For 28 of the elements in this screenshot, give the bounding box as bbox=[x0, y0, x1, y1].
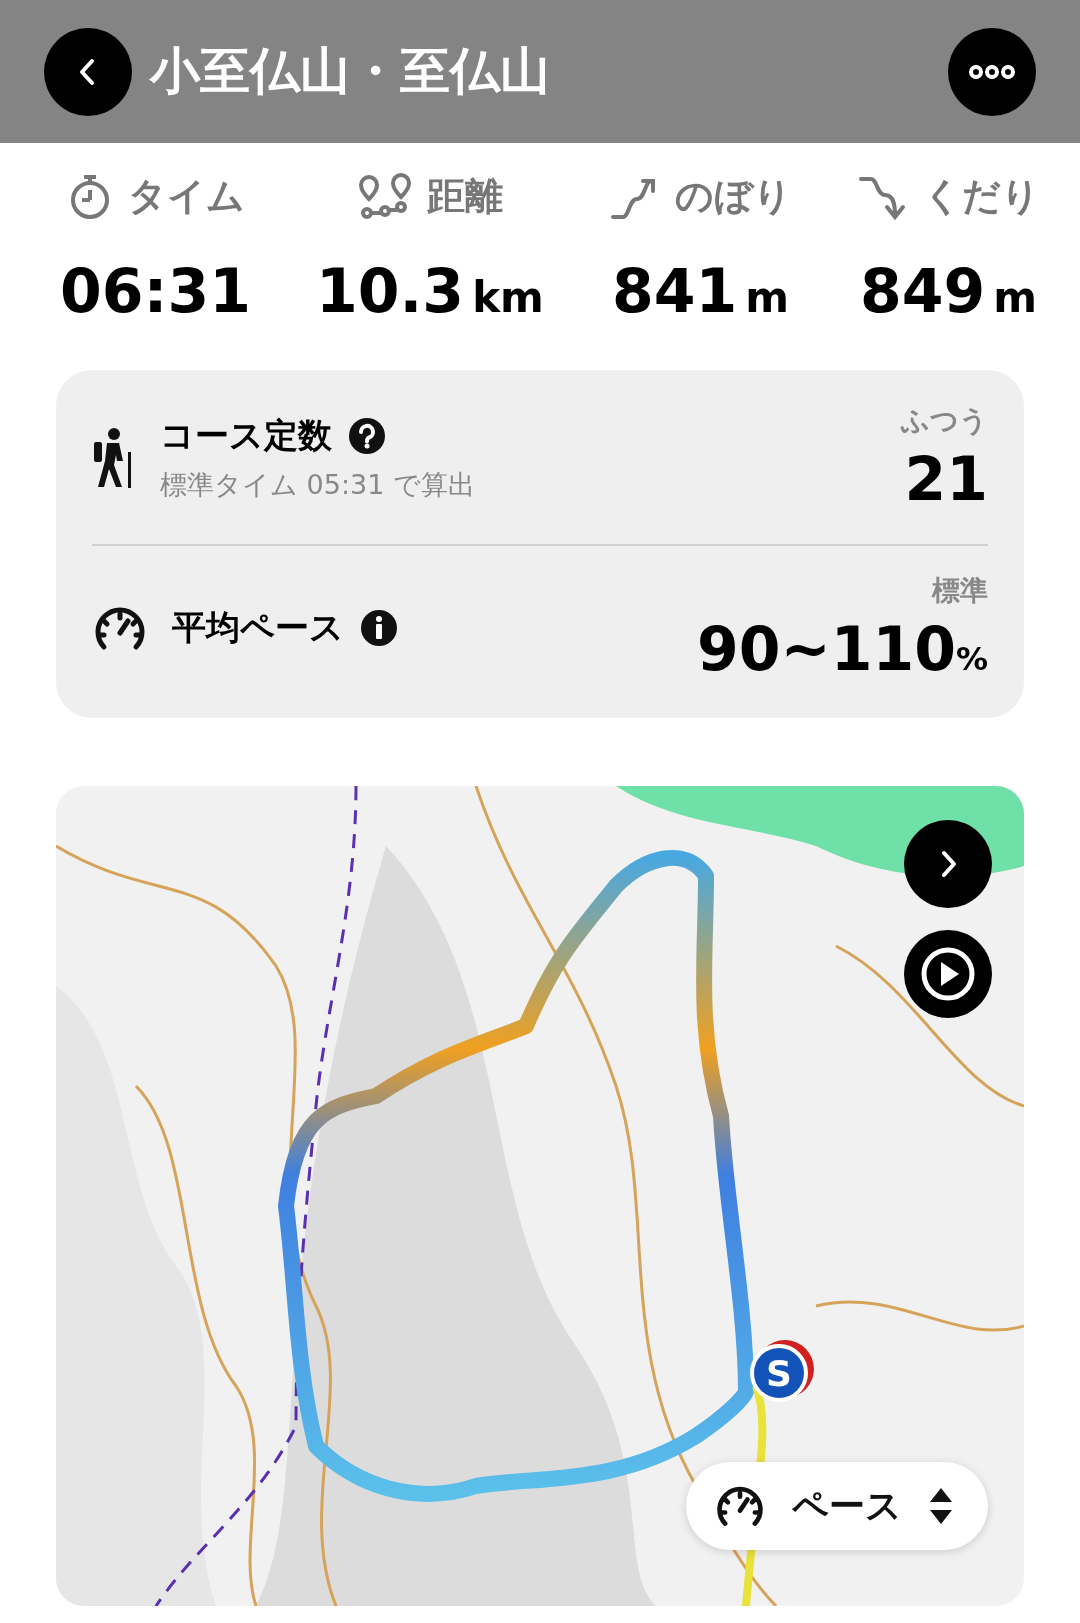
route-pins-icon bbox=[356, 172, 413, 221]
summary-unit: % bbox=[955, 640, 988, 678]
summary-title: コース定数 bbox=[160, 414, 332, 457]
stat-label: のぼり bbox=[674, 173, 792, 220]
stat-unit: m bbox=[745, 273, 789, 322]
stat-unit: m bbox=[993, 273, 1037, 322]
rating-label: 標準 bbox=[932, 573, 988, 609]
stat-unit: km bbox=[472, 273, 544, 322]
rating-label: ふつう bbox=[901, 403, 988, 439]
stat-value: 10.3 bbox=[316, 256, 465, 326]
pace-selector[interactable]: ペース bbox=[686, 1462, 988, 1550]
play-icon bbox=[920, 946, 976, 1002]
stat-label: タイム bbox=[128, 173, 245, 220]
stat-label: 距離 bbox=[426, 173, 503, 220]
page-title: 小至仏山・至仏山 bbox=[150, 41, 551, 102]
summary-value: 90~110 bbox=[696, 614, 956, 684]
summary-title: 平均ペース bbox=[172, 606, 344, 649]
stat-value: 849 bbox=[859, 256, 986, 326]
info-icon[interactable] bbox=[360, 609, 398, 647]
summary-note: 標準タイム 05:31 で算出 bbox=[160, 468, 476, 502]
speedometer-icon bbox=[714, 1484, 766, 1528]
stat-value: 841 bbox=[611, 256, 738, 326]
stat-label: くだり bbox=[923, 173, 1040, 220]
help-icon[interactable] bbox=[348, 417, 386, 455]
sort-arrows-icon bbox=[928, 1486, 954, 1526]
map-panel[interactable]: S ペース bbox=[56, 786, 1024, 1606]
summary-value: 21 bbox=[904, 444, 988, 514]
stat-value: 06:31 bbox=[60, 256, 251, 326]
